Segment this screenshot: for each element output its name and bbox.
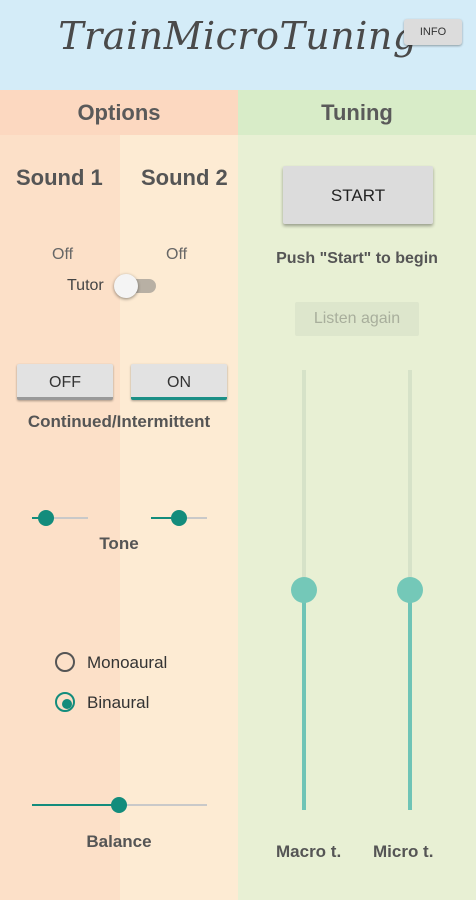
on-button[interactable]: ON xyxy=(131,364,227,400)
options-heading: Options xyxy=(0,90,238,135)
tutor-toggle[interactable] xyxy=(114,274,158,298)
info-button[interactable]: INFO xyxy=(404,19,462,45)
balance-slider-thumb[interactable] xyxy=(111,797,127,813)
micro-slider-fill xyxy=(408,590,412,810)
monoaural-radio[interactable] xyxy=(55,652,75,672)
macro-slider-track[interactable] xyxy=(302,370,306,578)
micro-label: Micro t. xyxy=(373,842,434,861)
binaural-label[interactable]: Binaural xyxy=(87,693,149,713)
balance-slider-fill xyxy=(32,804,119,806)
continued-intermittent-label: Continued/Intermittent xyxy=(27,412,211,431)
binaural-radio[interactable] xyxy=(55,692,75,712)
macro-label: Macro t. xyxy=(276,842,342,861)
tone1-slider-thumb[interactable] xyxy=(38,510,54,526)
macro-slider-fill xyxy=(302,590,306,810)
binaural-radio-dot xyxy=(62,699,72,709)
tone2-slider-thumb[interactable] xyxy=(171,510,187,526)
off-button[interactable]: OFF xyxy=(17,364,113,400)
tutor-state-left: Off xyxy=(52,246,74,263)
tuning-heading: Tuning xyxy=(238,90,476,135)
macro-slider-thumb[interactable] xyxy=(291,577,317,603)
micro-slider-thumb[interactable] xyxy=(397,577,423,603)
start-hint: Push "Start" to begin xyxy=(276,250,438,267)
tutor-state-right: Off xyxy=(166,246,188,263)
start-button[interactable]: START xyxy=(283,166,433,224)
balance-label: Balance xyxy=(86,832,152,851)
listen-again-button[interactable]: Listen again xyxy=(295,302,419,336)
monoaural-label[interactable]: Monoaural xyxy=(87,653,167,673)
sound2-label: Sound 2 xyxy=(141,165,228,190)
tone-label: Tone xyxy=(99,534,139,553)
tutor-label: Tutor xyxy=(67,277,104,294)
micro-slider-track[interactable] xyxy=(408,370,412,578)
tutor-toggle-thumb[interactable] xyxy=(114,274,138,298)
sound1-label: Sound 1 xyxy=(16,165,103,190)
